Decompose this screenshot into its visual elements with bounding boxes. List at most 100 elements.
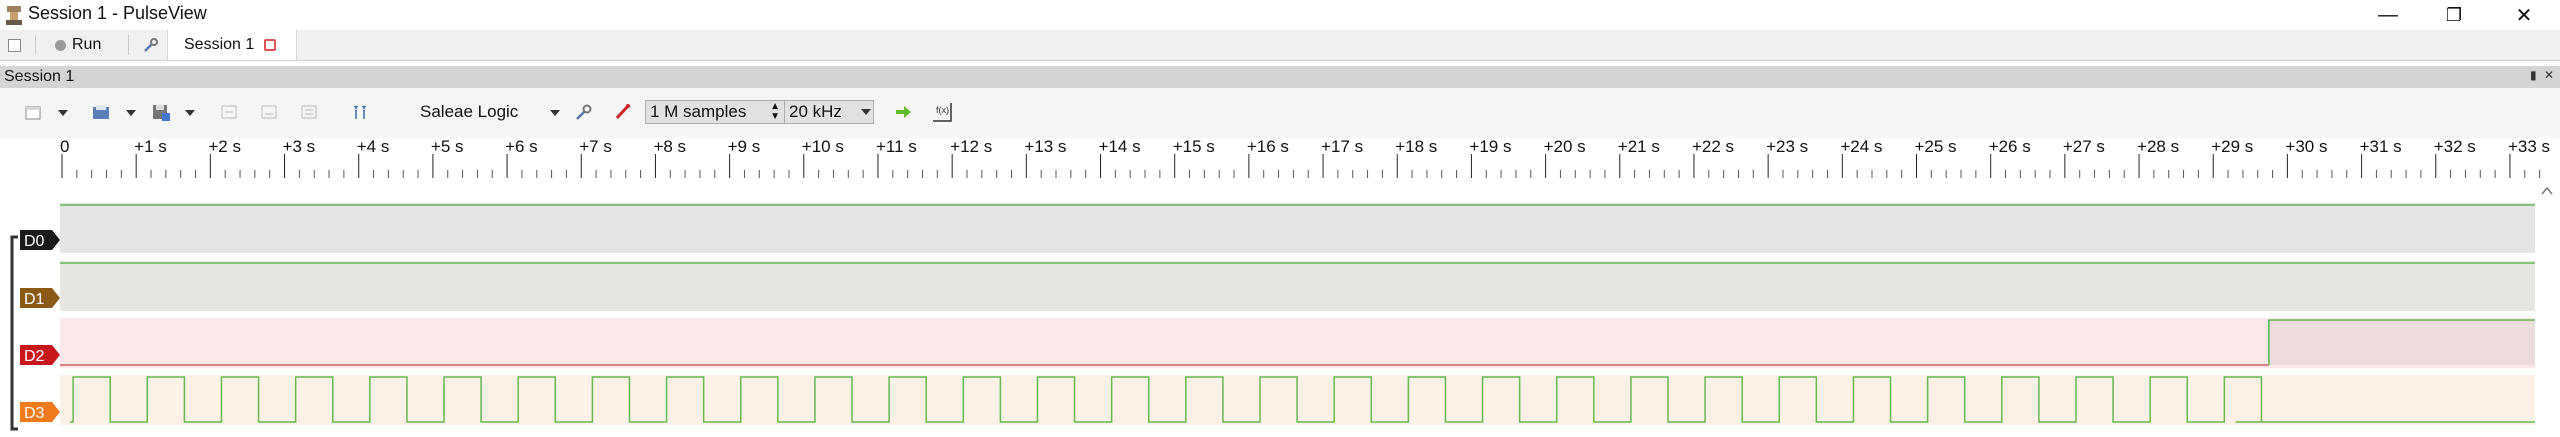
device-dropdown-arrow[interactable]: [550, 110, 560, 116]
channel-label-d1[interactable]: D1: [20, 288, 60, 308]
channel-band-d1: [60, 261, 2535, 311]
channel-label-d0[interactable]: D0: [20, 230, 60, 250]
minimize-icon: —: [2378, 3, 2398, 26]
rate-dropdown-arrow: [861, 109, 871, 115]
tab-separator: [128, 35, 129, 55]
ruler-tick-label: +14 s: [1099, 138, 1141, 156]
configure-device-icon[interactable]: [573, 101, 595, 123]
main-toolbar: Saleae Logic 1 M samples ▲ ▼ 20 kHz f(x): [0, 88, 2560, 138]
close-icon: ✕: [2515, 4, 2533, 27]
ruler-tick-label: +4 s: [357, 138, 390, 156]
ruler-tick-label: +7 s: [579, 138, 612, 156]
ruler-tick-label: +20 s: [1544, 138, 1586, 156]
ruler-tick-label: +5 s: [431, 138, 464, 156]
new-view-dropdown-arrow[interactable]: [58, 110, 68, 116]
run-acquisition-icon[interactable]: [892, 101, 914, 123]
ruler-tick-label: +18 s: [1395, 138, 1437, 156]
ruler-tick-label: +2 s: [208, 138, 241, 156]
ruler-tick-label: +22 s: [1692, 138, 1734, 156]
zoom-in-icon[interactable]: [218, 101, 240, 123]
minimize-button[interactable]: —: [2358, 0, 2418, 30]
session-settings-button[interactable]: [143, 33, 159, 57]
tab-separator: [35, 35, 36, 55]
zoom-out-icon[interactable]: [258, 101, 280, 123]
ruler-tick-label: +19 s: [1469, 138, 1511, 156]
channel-name: D1: [24, 291, 45, 308]
svg-text:f(x): f(x): [936, 105, 949, 115]
show-cursors-icon[interactable]: [349, 101, 371, 123]
trace-view[interactable]: D0 D1 D2 D3: [0, 180, 2560, 432]
trace-svg: D0 D1 D2 D3: [10, 186, 2553, 431]
sample-count-select[interactable]: 1 M samples ▲ ▼: [645, 100, 785, 124]
ruler-tick-label: +21 s: [1618, 138, 1660, 156]
sample-count-value: 1 M samples: [650, 102, 747, 121]
time-ruler-svg: 0 +1 s +2 s +3 s +4 s +5 s +6 s +7 s +8 s +9 s +10…: [60, 137, 2550, 178]
sample-rate-value: 20 kHz: [789, 102, 842, 121]
save-dropdown-arrow[interactable]: [185, 110, 195, 116]
ruler-tick-label: +9 s: [728, 138, 761, 156]
scroll-up-icon: [2541, 186, 2553, 195]
window-title: Session 1 - PulseView: [28, 3, 207, 23]
ruler-tick-label: +23 s: [1766, 138, 1808, 156]
channel-name: D0: [24, 233, 45, 250]
run-label: Run: [72, 36, 102, 53]
tab-session-1[interactable]: Session 1: [167, 30, 297, 60]
ruler-tick-label: +33 s: [2508, 138, 2550, 156]
channel-label-d2[interactable]: D2: [20, 345, 60, 365]
close-tab-icon[interactable]: [264, 39, 277, 51]
zoom-fit-icon[interactable]: [298, 101, 320, 123]
close-window-button[interactable]: ✕: [2494, 0, 2554, 30]
ruler-tick-label: +29 s: [2211, 138, 2253, 156]
ruler-tick-label: +24 s: [1840, 138, 1882, 156]
ruler-tick-label: +1 s: [134, 138, 167, 156]
new-session-button[interactable]: [8, 33, 21, 57]
device-selector[interactable]: Saleae Logic: [420, 102, 518, 122]
checkbox-icon: [8, 38, 21, 52]
pulseview-app-icon: [6, 6, 22, 25]
ruler-tick-label: +12 s: [950, 138, 992, 156]
ruler-tick-label: +8 s: [653, 138, 686, 156]
channel-name: D3: [24, 405, 45, 422]
restore-button[interactable]: ❐: [2424, 0, 2484, 30]
run-status-icon: [55, 39, 66, 51]
ruler-tick-label: +32 s: [2434, 138, 2476, 156]
save-file-icon[interactable]: [150, 101, 172, 123]
sample-rate-select[interactable]: 20 kHz: [784, 100, 874, 124]
dock-title: Session 1: [4, 68, 75, 85]
channel-band-d2: [60, 318, 2535, 368]
time-ruler[interactable]: 0 +1 s +2 s +3 s +4 s +5 s +6 s +7 s +8 s +9 s +10…: [0, 137, 2560, 180]
open-dropdown-arrow[interactable]: [126, 110, 136, 116]
ruler-tick-label: +3 s: [283, 138, 316, 156]
open-file-icon[interactable]: [90, 101, 112, 123]
probe-channels-icon[interactable]: [612, 101, 634, 123]
session-tab-bar: Run: [0, 30, 2560, 61]
title-bar: Session 1 - PulseView — ❐ ✕: [0, 0, 2560, 30]
session-dock-header: Session 1 ▮ ✕: [0, 66, 2560, 88]
close-dock-icon[interactable]: ✕: [2544, 68, 2554, 82]
ruler-tick-label: +28 s: [2137, 138, 2179, 156]
ruler-tick-label: +11 s: [876, 138, 917, 156]
float-dock-icon[interactable]: ▮: [2530, 68, 2537, 82]
run-button[interactable]: Run: [55, 33, 101, 57]
spin-icon: ▲ ▼: [770, 101, 780, 122]
restore-icon: ❐: [2445, 4, 2463, 25]
ruler-tick-label: +31 s: [2360, 138, 2402, 156]
ruler-tick-label: +16 s: [1247, 138, 1289, 156]
ruler-tick-label: 0: [60, 138, 69, 156]
ruler-tick-label: +13 s: [1024, 138, 1066, 156]
channel-group-bracket: [10, 235, 18, 431]
ruler-tick-label: +6 s: [505, 138, 538, 156]
tools-icon: [144, 38, 158, 52]
channel-label-d3[interactable]: D3: [20, 402, 60, 422]
channel-band-d0: [60, 203, 2535, 253]
ruler-tick-label: +27 s: [2063, 138, 2105, 156]
ruler-tick-label: +10 s: [802, 138, 844, 156]
ruler-tick-label: +17 s: [1321, 138, 1363, 156]
ruler-tick-label: +30 s: [2285, 138, 2327, 156]
ruler-tick-label: +26 s: [1989, 138, 2031, 156]
session-tab-label: Session 1: [184, 36, 255, 53]
new-view-icon[interactable]: [22, 101, 44, 123]
math-channel-icon[interactable]: f(x): [931, 101, 953, 123]
ruler-tick-label: +25 s: [1915, 138, 1957, 156]
channel-name: D2: [24, 348, 45, 365]
